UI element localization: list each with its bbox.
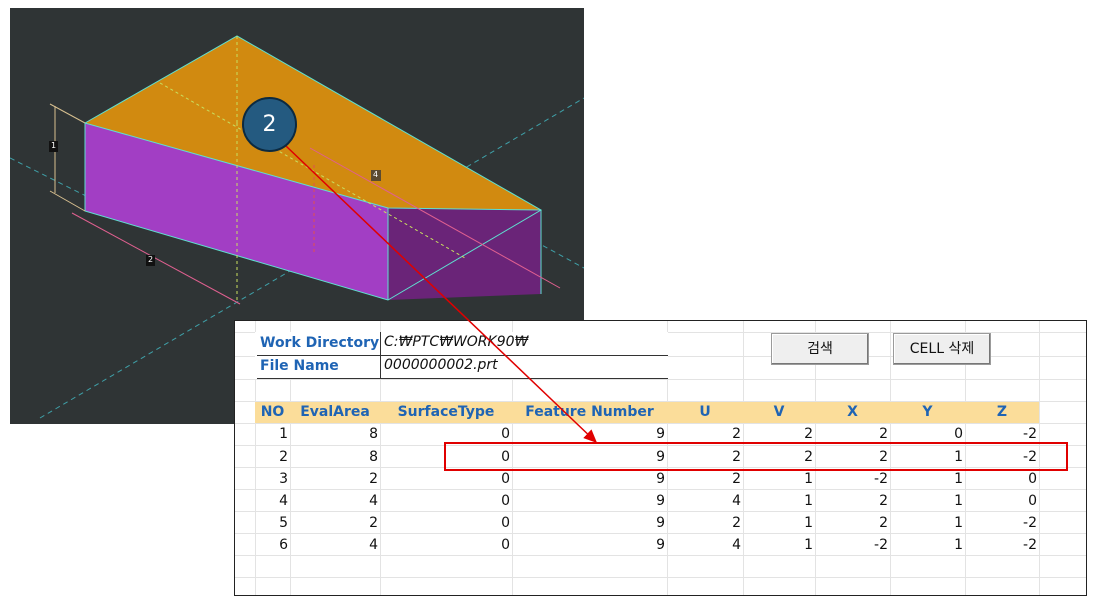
cell-u[interactable]: 4 [667,535,741,556]
cell-no[interactable]: 5 [255,513,288,534]
cell-y[interactable]: 1 [890,535,963,556]
cell-v[interactable]: 1 [743,535,813,556]
cell-surfacetype[interactable]: 0 [380,535,510,556]
cell-z[interactable]: -2 [965,535,1037,556]
file-name-label: File Name [260,358,339,374]
cell-no[interactable]: 4 [255,491,288,512]
cell-x[interactable]: 2 [815,513,888,534]
cell-no[interactable]: 1 [255,424,288,445]
header-evalarea: EvalArea [300,404,370,420]
cell-surfacetype[interactable]: 0 [380,513,510,534]
cell-v[interactable]: 1 [743,513,813,534]
cell-x[interactable]: -2 [815,469,888,490]
header-x: X [847,404,858,420]
cell-x[interactable]: -2 [815,535,888,556]
cell-y[interactable]: 1 [890,513,963,534]
dimension-label-length: 2 [148,255,154,264]
cell-u[interactable]: 4 [667,491,741,512]
cell-z[interactable]: 0 [965,491,1037,512]
dimension-label-width: 4 [373,170,379,179]
cell-z[interactable]: -2 [965,513,1037,534]
cell-evalarea[interactable]: 2 [290,469,378,490]
delete-cell-button[interactable]: CELL 삭제 [893,333,991,365]
header-y: Y [922,404,933,420]
cell-evalarea[interactable]: 2 [290,513,378,534]
cell-y[interactable]: 1 [890,469,963,490]
cell-feature-number[interactable]: 9 [512,491,665,512]
dimension-label-height: 1 [51,141,57,150]
cell-surfacetype[interactable]: 0 [380,469,510,490]
cell-surfacetype[interactable]: 0 [380,491,510,512]
cell-feature-number[interactable]: 9 [512,469,665,490]
cell-v[interactable]: 1 [743,491,813,512]
cell-evalarea[interactable]: 8 [290,424,378,445]
header-feature-number: Feature Number [525,404,654,420]
cell-x[interactable]: 2 [815,491,888,512]
search-button[interactable]: 검색 [771,333,869,365]
cell-evalarea[interactable]: 4 [290,491,378,512]
cell-v[interactable]: 1 [743,469,813,490]
work-directory-label: Work Directory [260,335,380,351]
header-v: V [773,404,785,420]
work-directory-value[interactable]: C:₩PTC₩WORK90₩ [384,334,528,350]
header-no: NO [260,404,285,420]
cell-z[interactable]: 0 [965,469,1037,490]
cell-u[interactable]: 2 [667,469,741,490]
header-u: U [699,404,711,420]
cell-no[interactable]: 3 [255,469,288,490]
cell-u[interactable]: 2 [667,513,741,534]
cell-y[interactable]: 1 [890,491,963,512]
cell-feature-number[interactable]: 9 [512,535,665,556]
cell-no[interactable]: 6 [255,535,288,556]
cell-no[interactable]: 2 [255,447,288,468]
step-number-badge: 2 [242,97,297,152]
cell-feature-number[interactable]: 9 [512,513,665,534]
highlighted-row-frame [444,442,1068,471]
cell-evalarea[interactable]: 4 [290,535,378,556]
file-name-value[interactable]: 0000000002.prt [384,357,498,373]
header-z: Z [996,404,1008,420]
cell-evalarea[interactable]: 8 [290,447,378,468]
header-surfacetype: SurfaceType [397,404,495,420]
